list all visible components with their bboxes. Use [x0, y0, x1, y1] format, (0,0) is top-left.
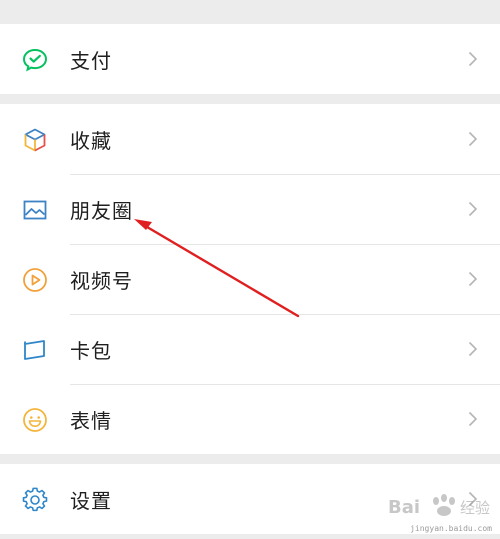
menu-item-label: 设置 — [70, 488, 112, 513]
channels-play-icon — [22, 267, 48, 293]
menu-item-label: 收藏 — [70, 128, 112, 153]
chevron-right-icon — [468, 411, 478, 427]
wechat-me-page: 支付 收藏 朋友圈 视频号 卡包 表情 设置 Bai 经验 jingyan.ba… — [0, 0, 500, 539]
menu-item-label: 朋友圈 — [70, 198, 133, 223]
chevron-right-icon — [468, 341, 478, 357]
card-wallet-icon — [22, 337, 48, 363]
chevron-right-icon — [468, 51, 478, 67]
favorites-cube-icon — [22, 127, 48, 153]
menu-item-channels[interactable]: 视频号 — [0, 244, 500, 314]
watermark-url: jingyan.baidu.com — [410, 524, 492, 533]
chevron-right-icon — [468, 131, 478, 147]
menu-item-stickers[interactable]: 表情 — [0, 384, 500, 454]
chevron-right-icon — [468, 491, 478, 507]
sticker-smile-icon — [22, 407, 48, 433]
menu-item-favorites[interactable]: 收藏 — [0, 104, 500, 174]
chevron-right-icon — [468, 271, 478, 287]
wechat-pay-icon — [22, 47, 48, 73]
settings-gear-icon — [22, 487, 48, 513]
group-services: 收藏 朋友圈 视频号 卡包 表情 — [0, 104, 500, 454]
moments-image-icon — [22, 197, 48, 223]
menu-item-label: 视频号 — [70, 268, 133, 293]
menu-item-label: 表情 — [70, 408, 112, 433]
menu-item-label: 卡包 — [70, 338, 112, 363]
menu-item-pay[interactable]: 支付 — [0, 24, 500, 94]
group-pay: 支付 — [0, 24, 500, 94]
menu-item-label: 支付 — [70, 48, 112, 73]
chevron-right-icon — [468, 201, 478, 217]
menu-item-card-wallet[interactable]: 卡包 — [0, 314, 500, 384]
menu-item-moments[interactable]: 朋友圈 — [0, 174, 500, 244]
